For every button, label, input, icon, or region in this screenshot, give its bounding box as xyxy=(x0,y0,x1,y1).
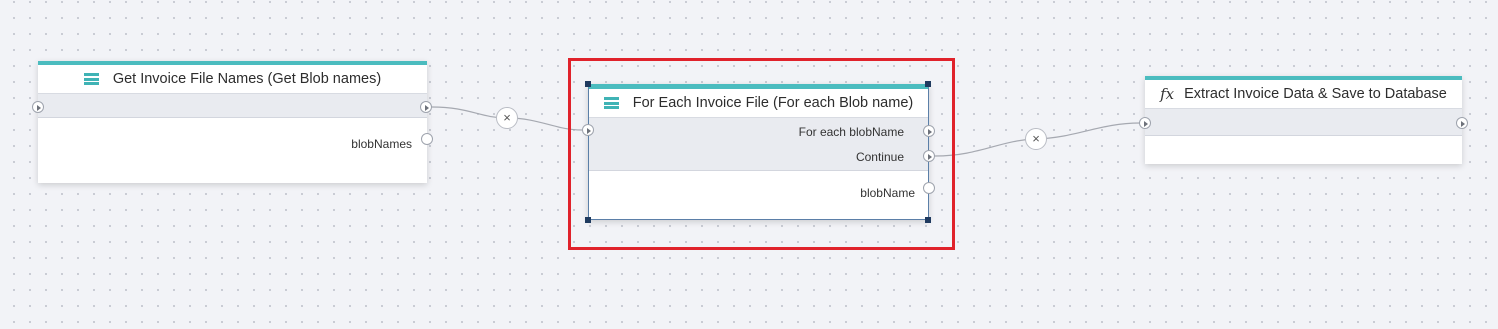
output-port-continue[interactable] xyxy=(923,150,935,162)
output-port-done[interactable] xyxy=(420,101,432,113)
node-title: For Each Invoice File (For each Blob nam… xyxy=(632,95,914,111)
activity-node-extract-invoice-data[interactable]: fx Extract Invoice Data & Save to Databa… xyxy=(1145,76,1462,164)
resize-handle[interactable] xyxy=(585,217,591,223)
resize-handle[interactable] xyxy=(925,81,931,87)
outcome-label-for-each: For each blobName xyxy=(798,125,904,139)
input-port[interactable] xyxy=(32,101,44,113)
output-label-blobnames: blobNames xyxy=(351,137,412,151)
remove-connection-button[interactable]: × xyxy=(1025,128,1047,150)
output-port-done[interactable] xyxy=(1456,117,1468,129)
flow-band xyxy=(1145,109,1462,136)
input-port[interactable] xyxy=(582,124,594,136)
function-icon: fx xyxy=(1160,85,1175,103)
resize-handle[interactable] xyxy=(585,81,591,87)
outcome-label-continue: Continue xyxy=(855,150,904,164)
node-title: Get Invoice File Names (Get Blob names) xyxy=(112,71,382,87)
output-label-blobname: blobName xyxy=(860,186,915,200)
stack-icon xyxy=(603,97,619,109)
node-title: Extract Invoice Data & Save to Database xyxy=(1184,86,1447,102)
flow-band: For each blobName Continue xyxy=(589,118,928,171)
remove-connection-button[interactable]: × xyxy=(496,107,518,129)
node-header: fx Extract Invoice Data & Save to Databa… xyxy=(1145,80,1462,109)
output-port-for-each[interactable] xyxy=(923,125,935,137)
output-port-blobnames[interactable] xyxy=(421,133,433,145)
workflow-canvas[interactable]: × × Get Invoice File Names (Get Blob nam… xyxy=(0,0,1498,329)
activity-node-for-each-invoice-file[interactable]: For Each Invoice File (For each Blob nam… xyxy=(588,84,929,220)
node-header: Get Invoice File Names (Get Blob names) xyxy=(38,65,427,94)
output-port-blobname[interactable] xyxy=(923,182,935,194)
node-header: For Each Invoice File (For each Blob nam… xyxy=(589,89,928,118)
input-port[interactable] xyxy=(1139,117,1151,129)
activity-node-get-invoice-file-names[interactable]: Get Invoice File Names (Get Blob names) … xyxy=(38,61,427,183)
resize-handle[interactable] xyxy=(925,217,931,223)
stack-icon xyxy=(83,73,99,85)
flow-band xyxy=(38,94,427,118)
